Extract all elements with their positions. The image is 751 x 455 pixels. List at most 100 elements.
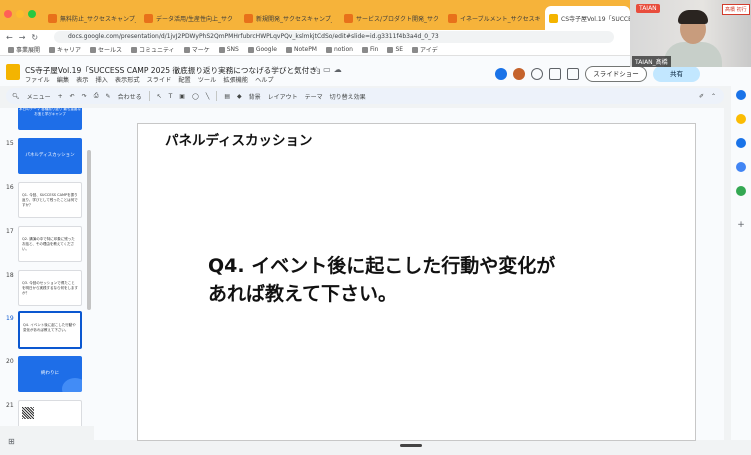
url-input[interactable]: docs.google.com/presentation/d/1jvJ2PDWy… [54, 31, 614, 43]
move-folder-icon[interactable]: ▭ [323, 65, 334, 74]
slide-thumbnail[interactable]: 終わりに [18, 356, 82, 392]
bookmark-item[interactable]: コミュニティ [131, 45, 175, 54]
select-cursor-icon[interactable]: ↖ [157, 93, 162, 100]
folder-icon [285, 46, 292, 53]
slide-thumbnail[interactable]: 本日のテーマ 各種振り返り 最も重要なお宝と学びキャンプ [18, 108, 82, 130]
folder-icon [412, 46, 419, 53]
browser-tab[interactable]: イネーブルメント_サクセスキャ × [444, 8, 540, 28]
menus-search-button[interactable]: メニュー [27, 92, 51, 101]
line-icon[interactable]: ╲ [206, 93, 210, 100]
speaker-notes-toggle-icon[interactable]: ⊞ [8, 437, 15, 446]
slide-number: 20 [6, 358, 14, 365]
menu-insert[interactable]: 挿入 [96, 75, 108, 84]
shape-icon[interactable]: ◯ [192, 93, 199, 100]
meet-icon[interactable] [567, 68, 579, 80]
menu-bar: ファイル 編集 表示 挿入 表示形式 スライド 配置 ツール 拡張機能 ヘルプ [25, 75, 274, 84]
contacts-icon[interactable] [736, 162, 746, 172]
cloud-status-icon[interactable]: ☁ [334, 65, 345, 74]
calendar-icon[interactable] [736, 90, 746, 100]
bookmark-item[interactable]: NotePM [285, 46, 317, 53]
browser-tab[interactable]: 新規開発_サクセスキャンプ_主 × [240, 8, 332, 28]
bookmark-item[interactable]: マーケ [183, 45, 210, 54]
fill-color-icon[interactable]: ◆ [237, 93, 242, 100]
slides-logo-icon[interactable] [6, 64, 20, 80]
undo-icon[interactable]: ↶ [70, 93, 75, 100]
bookmark-item[interactable]: 事業展開 [8, 45, 40, 54]
slide-body-text[interactable]: Q4. イベント後に起こした行動や変化が あれば教えて下さい。 [208, 252, 555, 308]
tab-favicon-icon [144, 13, 153, 23]
menu-tools[interactable]: ツール [198, 75, 217, 84]
keep-icon[interactable] [736, 114, 746, 124]
slide-thumbnail[interactable]: パネルディスカッション [18, 138, 82, 174]
forward-arrow-icon[interactable]: → [19, 33, 26, 42]
current-slide[interactable]: パネルディスカッション Q4. イベント後に起こした行動や変化が あれば教えて下… [137, 123, 696, 441]
slide-thumbnail[interactable]: Q3. 今回のセッションで得たことを明日から実践するなら何をしますか？ [18, 270, 82, 306]
slide-thumbnail[interactable]: Q1. 今回、SUCCESS CAMPを振り返り、学びとして残ったことは何ですか… [18, 182, 82, 218]
slide-title[interactable]: パネルディスカッション [165, 129, 313, 149]
slide-thumbnail[interactable] [18, 400, 82, 426]
menu-view[interactable]: 表示 [76, 75, 88, 84]
speaker-notes-handle[interactable] [400, 444, 422, 447]
background-button[interactable]: 背景 [249, 92, 261, 101]
bookmark-item[interactable]: Google [247, 46, 277, 53]
menu-format[interactable]: 表示形式 [115, 75, 140, 84]
slide-thumbnail[interactable]: Q2. 講演の中で特に印象に残ったお話と、その理由を教えてください。 [18, 226, 82, 262]
paint-format-icon[interactable]: ✎ [106, 93, 111, 100]
menu-extensions[interactable]: 拡張機能 [223, 75, 248, 84]
collaborator-avatar[interactable] [513, 68, 525, 80]
decorative-blob [62, 378, 82, 392]
print-icon[interactable]: ⎙ [94, 92, 99, 100]
textbox-icon[interactable]: T [169, 93, 173, 100]
browser-tab-active[interactable]: CS寺子屋Vol.19「SUCCESS C [545, 6, 630, 30]
share-button[interactable]: 共有 [653, 66, 700, 82]
image-icon[interactable]: ▣ [179, 93, 185, 100]
tab-label: サービス/プロダクト開発_サク [356, 15, 438, 23]
tab-favicon-icon [48, 13, 57, 23]
folder-icon [90, 46, 97, 53]
slide-body-line: あれば教えて下さい。 [208, 283, 398, 305]
bookmark-item[interactable]: SNS [218, 46, 239, 53]
comment-add-icon[interactable]: ▤ [224, 93, 230, 100]
bookmark-item[interactable]: キャリア [49, 45, 81, 54]
tasks-icon[interactable] [736, 138, 746, 148]
maximize-window-icon[interactable] [28, 10, 36, 18]
star-icon[interactable]: ☆ [313, 65, 323, 74]
slideshow-button[interactable]: スライドショー [585, 66, 647, 82]
bookmark-item[interactable]: notion [325, 46, 353, 53]
bookmark-item[interactable]: Fin [361, 46, 378, 53]
bookmark-item[interactable]: SE [387, 46, 403, 53]
slide-number: 18 [6, 272, 14, 279]
menu-edit[interactable]: 編集 [57, 75, 69, 84]
new-slide-icon[interactable]: + [58, 93, 63, 100]
filmstrip-scrollbar[interactable] [87, 150, 91, 310]
minimize-window-icon[interactable] [16, 10, 24, 18]
browser-tab[interactable]: サービス/プロダクト開発_サク × [340, 8, 438, 28]
close-window-icon[interactable] [4, 10, 12, 18]
participant-hair [678, 10, 708, 24]
theme-button[interactable]: テーマ [305, 92, 323, 101]
redo-icon[interactable]: ↷ [82, 93, 87, 100]
bookmark-item[interactable]: アイデ [412, 45, 438, 54]
bookmark-item[interactable]: セールス [90, 45, 122, 54]
zoom-select[interactable]: 合わせる [118, 92, 142, 101]
history-icon[interactable] [531, 68, 543, 80]
back-arrow-icon[interactable]: ← [6, 33, 13, 42]
menu-help[interactable]: ヘルプ [255, 75, 274, 84]
browser-tab[interactable]: データ活用/生産性向上_サクセ × [140, 8, 232, 28]
menu-file[interactable]: ファイル [25, 75, 50, 84]
pen-icon[interactable]: ✐ [699, 93, 704, 100]
transition-button[interactable]: 切り替え効果 [330, 92, 366, 101]
collaborator-avatar[interactable] [495, 68, 507, 80]
tab-label: 新規開発_サクセスキャンプ_主 [256, 15, 332, 23]
add-addon-icon[interactable]: + [736, 220, 746, 230]
collapse-toolbar-icon[interactable]: ⌃ [711, 93, 716, 100]
browser-tab[interactable]: 無料防止_サクセスキャンプ_主 × [44, 8, 136, 28]
menu-arrange[interactable]: 配置 [178, 75, 190, 84]
search-icon[interactable]: 🔍︎ [12, 93, 20, 100]
layout-button[interactable]: レイアウト [268, 92, 298, 101]
comment-icon[interactable] [549, 68, 561, 80]
menu-slide[interactable]: スライド [147, 75, 172, 84]
reload-icon[interactable]: ↻ [31, 33, 38, 42]
slide-thumbnail-selected[interactable]: Q4. イベント後に起こした行動や変化があれば教えて下さい。 [18, 311, 82, 349]
maps-icon[interactable] [736, 186, 746, 196]
